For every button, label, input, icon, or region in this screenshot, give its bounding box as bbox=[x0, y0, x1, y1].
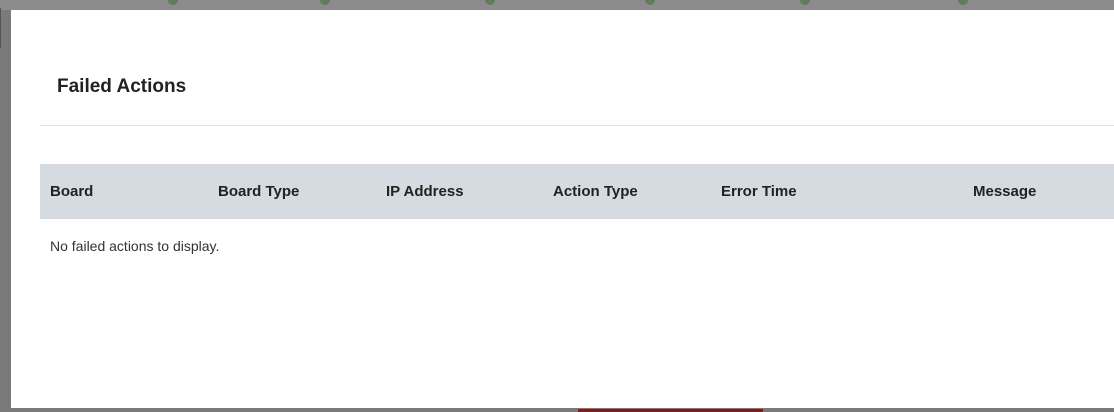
title-divider bbox=[40, 125, 1114, 126]
column-header-message[interactable]: Message bbox=[973, 164, 1036, 219]
dialog-title: Failed Actions bbox=[57, 76, 187, 97]
column-header-board-type[interactable]: Board Type bbox=[218, 164, 299, 219]
empty-table-message: No failed actions to display. bbox=[50, 238, 220, 254]
column-header-error-time[interactable]: Error Time bbox=[721, 164, 797, 219]
table-header-row: Board Board Type IP Address Action Type … bbox=[40, 164, 1114, 219]
background-status-icon bbox=[800, 0, 810, 5]
background-divider bbox=[0, 8, 1, 48]
column-header-action-type[interactable]: Action Type bbox=[553, 164, 638, 219]
background-status-icon bbox=[645, 0, 655, 5]
column-header-ip-address[interactable]: IP Address bbox=[386, 164, 464, 219]
background-status-icon bbox=[320, 0, 330, 5]
background-status-icon bbox=[485, 0, 495, 5]
background-status-icon bbox=[958, 0, 968, 5]
background-page-strip bbox=[0, 0, 1114, 10]
background-status-icon bbox=[168, 0, 178, 5]
column-header-board[interactable]: Board bbox=[50, 164, 93, 219]
